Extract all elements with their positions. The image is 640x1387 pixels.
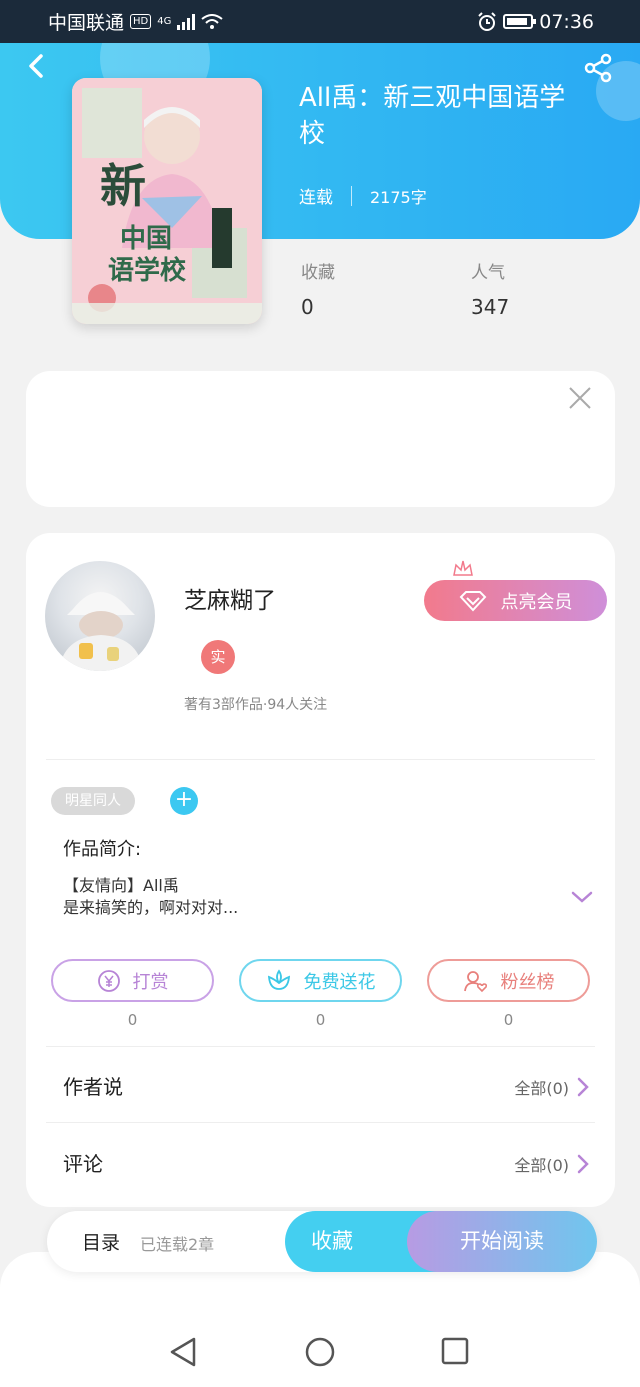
fan-rank-label: 粉丝榜 [500, 971, 555, 993]
stat-favorites: 收藏 0 [301, 258, 335, 319]
back-icon[interactable] [20, 50, 52, 82]
diamond-icon [459, 590, 486, 611]
reward-button[interactable]: 打赏 [51, 959, 214, 1002]
verified-badge: 实 [201, 640, 235, 674]
stat-label: 收藏 [301, 263, 335, 283]
user-heart-icon [463, 970, 487, 992]
author-says-label: 作者说 [63, 1075, 123, 1099]
stat-value: 347 [471, 295, 510, 319]
send-flower-button[interactable]: 免费送花 [239, 959, 402, 1002]
battery-icon [503, 14, 537, 29]
bottom-action-bar: 目录 已连载2章 收藏 开始阅读 [47, 1211, 597, 1272]
intro-line: 【友情向】All禹 [63, 876, 179, 895]
add-tag-button[interactable]: + [170, 787, 198, 815]
book-detail-card: 芝麻糊了 实 著有3部作品·94人关注 点亮会员 明星同人 + 作品简介: 【友… [26, 533, 615, 1207]
clock-label: 07:36 [539, 10, 594, 33]
stat-value: 0 [301, 295, 314, 319]
divider [46, 1122, 595, 1123]
nav-back-icon[interactable] [168, 1336, 198, 1368]
network-label: 4G [157, 15, 172, 27]
vip-button-label: 点亮会员 [500, 591, 573, 613]
author-stats: 著有3部作品·94人关注 [184, 697, 328, 713]
book-cover[interactable]: 新 中国 语学校 [72, 78, 262, 324]
crown-icon [453, 560, 473, 576]
flower-count: 0 [315, 1011, 326, 1029]
alarm-icon [478, 11, 496, 31]
reward-count: 0 [127, 1011, 138, 1029]
cover-subtitle-2: 语学校 [108, 256, 187, 286]
tag-chip[interactable]: 明星同人 [51, 787, 135, 815]
status-bar: 中国联通 HD 4G 07:36 [0, 0, 640, 43]
intro-label: 作品简介: [63, 839, 142, 860]
chapter-progress: 已连载2章 [140, 1235, 215, 1254]
carrier-label: 中国联通 [48, 12, 125, 34]
book-meta: 连载 2175字 [299, 183, 427, 208]
intro-text: 【友情向】All禹 是来搞笑的，啊对对对... [63, 875, 238, 919]
author-says-more[interactable]: 全部(0) [514, 1075, 589, 1099]
comments-more[interactable]: 全部(0) [514, 1152, 589, 1176]
stat-popularity: 人气 347 [471, 258, 509, 319]
close-icon[interactable] [567, 385, 593, 411]
author-name[interactable]: 芝麻糊了 [184, 581, 276, 615]
fan-rank-button[interactable]: 粉丝榜 [427, 959, 590, 1002]
system-nav-bar [0, 1318, 640, 1387]
hd-badge: HD [130, 14, 152, 29]
divider [46, 759, 595, 760]
chevron-right-icon [577, 1077, 589, 1097]
word-count: 2175字 [370, 187, 427, 207]
comments-count: 全部(0) [514, 1156, 569, 1175]
toc-button[interactable]: 目录 [82, 1228, 120, 1255]
vip-button[interactable]: 点亮会员 [424, 580, 607, 621]
book-status: 连载 [299, 188, 333, 208]
signal-icon [177, 13, 196, 30]
nav-recents-icon[interactable] [440, 1336, 470, 1366]
reward-label: 打赏 [132, 971, 169, 993]
chevron-right-icon [577, 1154, 589, 1174]
send-flower-label: 免费送花 [303, 971, 376, 993]
author-says-row[interactable]: 作者说 全部(0) [26, 1057, 615, 1117]
comments-row[interactable]: 评论 全部(0) [26, 1134, 615, 1194]
flower-icon [267, 968, 290, 990]
ad-card [26, 371, 615, 507]
divider [46, 1046, 595, 1047]
chevron-down-icon[interactable] [571, 890, 593, 904]
stat-label: 人气 [471, 263, 505, 283]
avatar[interactable] [45, 561, 155, 671]
start-reading-button[interactable]: 开始阅读 [407, 1211, 597, 1272]
nav-home-icon[interactable] [304, 1336, 336, 1368]
fan-rank-count: 0 [503, 1011, 514, 1029]
wifi-icon [201, 13, 223, 29]
comments-label: 评论 [63, 1152, 103, 1176]
intro-line: 是来搞笑的，啊对对对... [63, 898, 239, 917]
author-says-count: 全部(0) [514, 1079, 569, 1098]
cover-title-char: 新 [100, 159, 146, 213]
yuan-coin-icon [97, 969, 120, 992]
book-title: All禹：新三观中国语学校 [299, 83, 566, 149]
